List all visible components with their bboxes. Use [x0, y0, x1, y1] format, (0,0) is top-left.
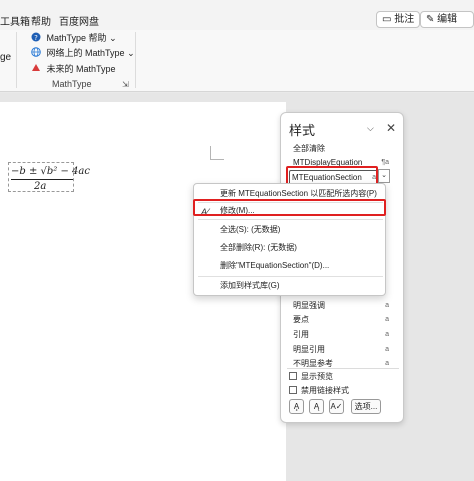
- style-intense-quote[interactable]: 明显引用 a: [293, 343, 391, 357]
- edit-button[interactable]: ✎ 编辑 ⌄: [420, 11, 474, 40]
- menu-item-label: 添加到样式库(G): [220, 281, 280, 290]
- new-style-icon: A̧: [293, 402, 300, 411]
- ribbon-separator: [16, 32, 17, 88]
- menu-item-label: 全选(S): (无数据): [220, 225, 281, 234]
- close-icon[interactable]: ✕: [386, 121, 396, 135]
- pane-divider: [287, 368, 399, 369]
- style-subtle-emphasis[interactable]: 明显强调 a: [293, 299, 391, 313]
- menu-baidu-netdisk[interactable]: 百度网盘: [59, 13, 99, 28]
- help-icon: ?: [31, 32, 41, 42]
- pencil-icon: ✎: [426, 14, 435, 25]
- equation-numerator: −b ± √b² − 4ac: [11, 166, 90, 177]
- style-inspector-button[interactable]: Ą: [309, 399, 324, 414]
- comment-button-label: 批注: [394, 14, 415, 25]
- highlight-modify-item: [193, 199, 386, 216]
- manage-styles-button[interactable]: A✓: [329, 399, 344, 414]
- style-clear-all[interactable]: 全部清除: [293, 142, 391, 156]
- ribbon: ge ? MathType 帮助 ⌄ 网络上的 MathType ⌄ 未来的 M…: [0, 30, 474, 92]
- margin-corner-mark: [210, 146, 224, 160]
- menu-item-label: 更新 MTEquationSection 以匹配所选内容(P): [220, 189, 377, 198]
- menu-delete-all[interactable]: 全部删除(R): (无数据): [220, 241, 297, 255]
- edit-button-label: 编辑: [437, 14, 458, 25]
- ribbon-separator: [135, 32, 136, 88]
- menu-divider: [198, 276, 383, 277]
- styles-pane-title: 样式: [289, 123, 316, 138]
- options-button[interactable]: 选项...: [351, 399, 381, 414]
- style-label: 明显引用: [293, 345, 325, 354]
- menu-toolbox[interactable]: 工具箱: [0, 13, 30, 28]
- menu-item-label: 全部删除(R): (无数据): [220, 243, 297, 252]
- style-type-mark: a: [385, 316, 389, 323]
- globe-icon: [31, 47, 41, 57]
- manage-styles-icon: A✓: [330, 402, 343, 411]
- equation-object[interactable]: −b ± √b² − 4ac 2a: [8, 162, 90, 192]
- menu-add-to-gallery[interactable]: 添加到样式库(G): [220, 279, 280, 293]
- mathtype-web-label: 网络上的 MathType: [46, 48, 125, 58]
- equation-denominator: 2a: [34, 181, 47, 192]
- mathtype-future-button[interactable]: 未来的 MathType: [31, 62, 116, 76]
- chevron-down-icon: ⌄: [109, 33, 117, 43]
- style-type-mark: a: [385, 302, 389, 309]
- disable-linked-styles-checkbox[interactable]: 禁用链接样式: [289, 385, 349, 397]
- show-preview-checkbox[interactable]: 显示预览: [289, 371, 333, 383]
- menu-item-label: 删除"MTEquationSection"(D)...: [220, 261, 330, 270]
- style-inspector-icon: Ą: [313, 402, 320, 411]
- fraction-bar: [11, 179, 73, 180]
- dialog-launcher-icon[interactable]: ⇲: [122, 80, 129, 89]
- menu-select-all[interactable]: 全选(S): (无数据): [220, 223, 280, 237]
- style-dropdown-button[interactable]: ⌄: [378, 169, 390, 183]
- svg-text:?: ?: [34, 34, 38, 42]
- style-key-point[interactable]: 要点 a: [293, 313, 391, 327]
- chevron-down-icon: ⌄: [381, 172, 387, 179]
- disable-linked-label: 禁用链接样式: [301, 386, 349, 395]
- style-quote[interactable]: 引用 a: [293, 328, 391, 342]
- style-type-mark: ¶a: [381, 159, 389, 166]
- style-label: 要点: [293, 315, 309, 324]
- new-style-button[interactable]: A̧: [289, 399, 304, 414]
- style-label: 全部清除: [293, 144, 325, 153]
- menu-bar: 工具箱 帮助 百度网盘 ▭ 批注 ✎ 编辑 ⌄: [0, 0, 474, 40]
- style-label: 明显强调: [293, 301, 325, 310]
- show-preview-label: 显示预览: [301, 372, 333, 381]
- checkbox-icon: [289, 372, 297, 380]
- future-icon: [32, 64, 40, 71]
- options-button-label: 选项...: [354, 402, 378, 411]
- mathtype-help-button[interactable]: ? MathType 帮助 ⌄: [31, 31, 117, 45]
- menu-delete-style[interactable]: 删除"MTEquationSection"(D)...: [220, 259, 329, 273]
- mathtype-future-label: 未来的 MathType: [46, 64, 116, 74]
- style-type-mark: a: [385, 346, 389, 353]
- comment-icon: ▭: [382, 14, 392, 25]
- mathtype-help-label: MathType 帮助: [46, 33, 107, 43]
- style-label: 不明显参考: [293, 359, 333, 368]
- style-label: 引用: [293, 330, 309, 339]
- ribbon-group-label: MathType: [52, 79, 92, 89]
- menu-help[interactable]: 帮助: [31, 13, 51, 28]
- chevron-down-icon: ⌄: [127, 48, 135, 58]
- menu-divider: [198, 219, 383, 220]
- chevron-down-icon[interactable]: ⌵: [367, 123, 374, 134]
- checkbox-icon: [289, 386, 297, 394]
- ribbon-cut-label: ge: [0, 52, 12, 63]
- comment-button[interactable]: ▭ 批注: [376, 11, 421, 28]
- style-type-mark: a: [385, 331, 389, 338]
- mathtype-web-button[interactable]: 网络上的 MathType ⌄: [31, 46, 135, 60]
